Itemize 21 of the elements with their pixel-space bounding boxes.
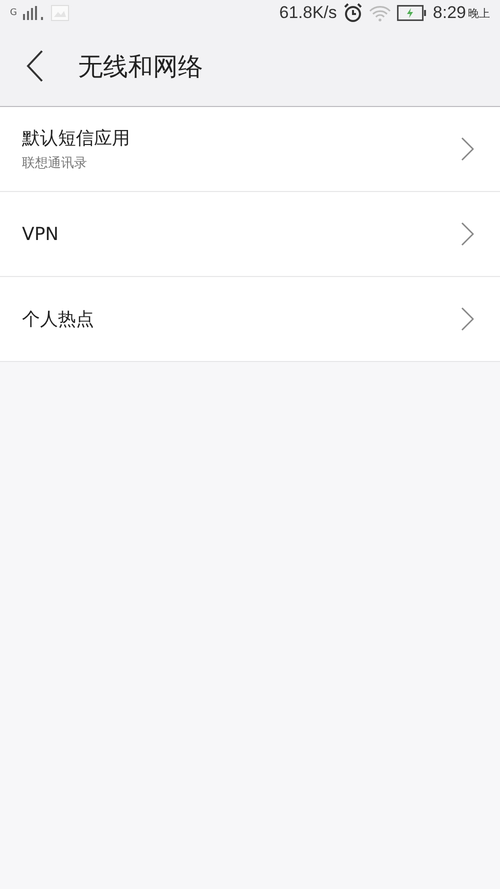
alarm-clock-icon <box>342 3 363 23</box>
page-title: 无线和网络 <box>78 50 203 82</box>
item-subtitle: 联想通讯录 <box>22 155 88 172</box>
time-period: 晚上 <box>468 6 490 20</box>
item-title: 个人热点 <box>22 308 95 331</box>
network-type: G <box>10 8 17 18</box>
clock-time: 8:29 <box>432 3 466 23</box>
back-icon <box>26 50 44 82</box>
chevron-icon <box>461 137 474 161</box>
network-speed: 61.8K/s <box>279 3 337 23</box>
settings-item[interactable]: VPN <box>0 192 500 277</box>
item-title: 默认短信应用 <box>22 127 131 150</box>
wifi-icon <box>368 4 391 22</box>
battery-icon <box>396 5 427 21</box>
chevron-icon <box>461 222 474 246</box>
signal-icon <box>22 6 45 20</box>
item-title: VPN <box>22 224 60 244</box>
image-icon <box>50 5 69 21</box>
settings-item[interactable]: 个人热点 <box>0 277 500 362</box>
settings-item[interactable]: 默认短信应用 联想通讯录 <box>0 107 500 192</box>
chevron-icon <box>461 307 474 331</box>
